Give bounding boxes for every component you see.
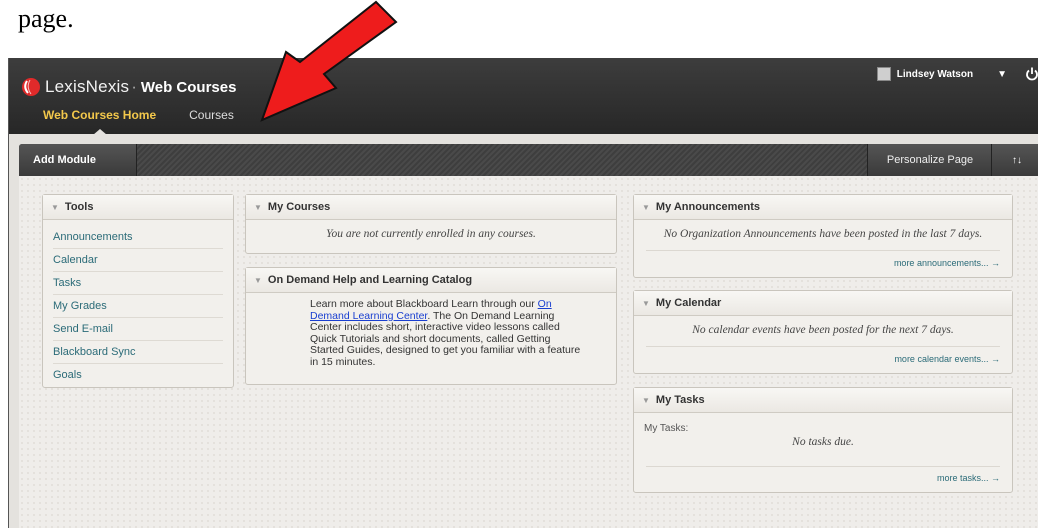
personalize-page-button[interactable]: Personalize Page — [867, 144, 992, 176]
top-header: LexisNexis · Web Courses Web Courses Hom… — [9, 58, 1038, 135]
help-text: Learn more about Blackboard Learn throug… — [246, 293, 616, 368]
lexisnexis-logo-icon — [22, 78, 40, 96]
my-courses-module: ▼ My Courses You are not currently enrol… — [245, 194, 617, 254]
main-nav: Web Courses Home Courses — [43, 108, 234, 135]
divider — [646, 466, 1000, 467]
document-text: page. — [18, 4, 74, 33]
brand-name: LexisNexis — [45, 77, 130, 96]
browser-frame: LexisNexis · Web Courses Web Courses Hom… — [8, 58, 1038, 528]
empty-message: No calendar events have been posted for … — [692, 324, 954, 336]
avatar — [876, 67, 891, 81]
module-header[interactable]: ▼ Tools — [43, 195, 233, 220]
help-module: ▼ On Demand Help and Learning Catalog Le… — [245, 267, 617, 385]
empty-message: No tasks due. — [792, 436, 854, 448]
tools-module: ▼ Tools Announcements Calendar Tasks My … — [42, 194, 234, 388]
empty-message: No Organization Announcements have been … — [663, 228, 983, 240]
empty-message: You are not currently enrolled in any co… — [326, 228, 536, 240]
collapse-triangle-icon[interactable]: ▼ — [642, 203, 650, 212]
add-module-button[interactable]: Add Module — [19, 144, 137, 176]
tab-web-courses-home[interactable]: Web Courses Home — [43, 108, 156, 135]
module-header[interactable]: ▼ My Announcements — [634, 195, 1012, 220]
module-header[interactable]: ▼ My Tasks — [634, 388, 1012, 413]
chevron-down-icon[interactable]: ▼ — [997, 69, 1007, 80]
tool-link-tasks[interactable]: Tasks — [53, 272, 223, 295]
product-name: Web Courses — [140, 78, 237, 96]
brand[interactable]: LexisNexis · Web Courses — [21, 72, 236, 102]
module-title: My Courses — [267, 201, 331, 213]
module-title: My Calendar — [655, 297, 722, 309]
module-area: ▼ Tools Announcements Calendar Tasks My … — [19, 176, 1038, 528]
more-calendar-events-link[interactable]: more calendar events... → — [894, 354, 1000, 364]
module-header[interactable]: ▼ My Calendar — [634, 291, 1012, 316]
collapse-triangle-icon[interactable]: ▼ — [254, 203, 262, 212]
calendar-module: ▼ My Calendar No calendar events have be… — [633, 290, 1013, 374]
tasks-module: ▼ My Tasks My Tasks: No tasks due. more … — [633, 387, 1013, 493]
more-tasks-link[interactable]: more tasks... → — [937, 473, 1000, 483]
collapse-triangle-icon[interactable]: ▼ — [254, 276, 262, 285]
more-announcements-link[interactable]: more announcements... → — [894, 258, 1000, 268]
module-title: My Announcements — [655, 201, 761, 213]
module-title: Tools — [64, 201, 94, 213]
module-title: On Demand Help and Learning Catalog — [267, 274, 473, 286]
help-text-intro: Learn more about Blackboard Learn throug… — [310, 298, 538, 310]
reorder-icon[interactable]: ↑↓ — [991, 144, 1038, 176]
collapse-triangle-icon[interactable]: ▼ — [642, 299, 650, 308]
power-icon[interactable] — [1025, 67, 1038, 81]
brand-separator: · — [131, 77, 137, 96]
user-menu[interactable]: Lindsey Watson ▼ — [876, 64, 1038, 84]
collapse-triangle-icon[interactable]: ▼ — [642, 396, 650, 405]
annotation-arrow-icon — [260, 0, 398, 122]
tool-link-calendar[interactable]: Calendar — [53, 249, 223, 272]
user-name: Lindsey Watson — [896, 68, 974, 80]
tools-list: Announcements Calendar Tasks My Grades S… — [43, 220, 233, 386]
tab-courses[interactable]: Courses — [189, 108, 234, 129]
tool-link-send-email[interactable]: Send E-mail — [53, 318, 223, 341]
tool-link-my-grades[interactable]: My Grades — [53, 295, 223, 318]
module-header[interactable]: ▼ My Courses — [246, 195, 616, 220]
tool-link-goals[interactable]: Goals — [53, 364, 223, 386]
divider — [646, 346, 1000, 347]
module-toolbar: Add Module Personalize Page ↑↓ — [19, 144, 1038, 176]
collapse-triangle-icon[interactable]: ▼ — [51, 203, 59, 212]
module-title: My Tasks — [655, 394, 705, 406]
tool-link-blackboard-sync[interactable]: Blackboard Sync — [53, 341, 223, 364]
tool-link-announcements[interactable]: Announcements — [53, 226, 223, 249]
announcements-module: ▼ My Announcements No Organization Annou… — [633, 194, 1013, 278]
tasks-label: My Tasks: — [644, 423, 689, 434]
module-header[interactable]: ▼ On Demand Help and Learning Catalog — [246, 268, 616, 293]
divider — [646, 250, 1000, 251]
